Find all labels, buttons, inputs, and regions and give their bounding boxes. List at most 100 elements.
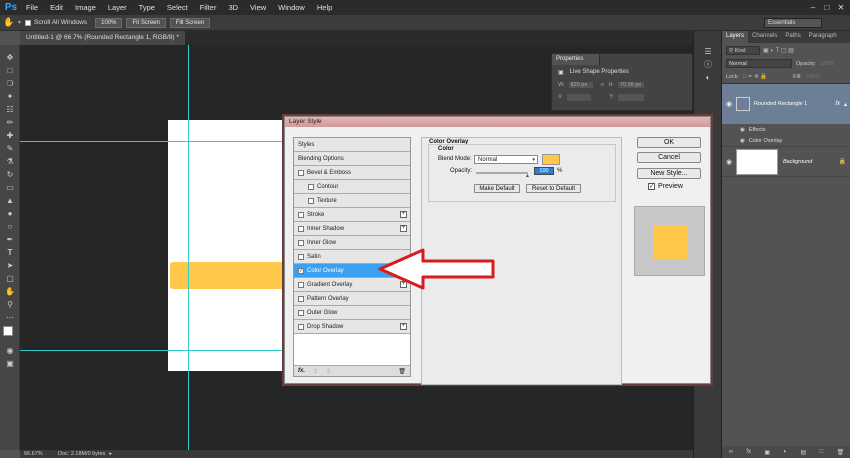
link-icon[interactable]: ∞ bbox=[601, 82, 605, 88]
style-checkbox[interactable] bbox=[298, 309, 304, 316]
style-item-gradient-overlay[interactable]: Gradient Overlay + bbox=[294, 278, 410, 292]
style-checkbox[interactable] bbox=[298, 295, 304, 302]
foreground-color[interactable] bbox=[3, 326, 13, 336]
workspace-select[interactable]: Essentials bbox=[764, 18, 822, 28]
pen-tool-icon[interactable]: ✒ bbox=[0, 233, 20, 246]
eyedropper-icon[interactable]: ✏ bbox=[0, 116, 20, 129]
shape-tool-icon[interactable]: ▢ bbox=[0, 272, 20, 285]
info-panel-icon[interactable]: ⓘ bbox=[694, 58, 722, 71]
style-checkbox[interactable]: ✓ bbox=[298, 267, 304, 274]
fx-menu-button[interactable]: fx. bbox=[298, 368, 305, 374]
background-eye-icon[interactable]: ◉ bbox=[722, 158, 736, 166]
style-checkbox[interactable] bbox=[308, 197, 314, 204]
style-checkbox[interactable] bbox=[298, 281, 304, 288]
style-item-outer-glow[interactable]: Outer Glow bbox=[294, 306, 410, 320]
tab-paths[interactable]: Paths bbox=[781, 31, 804, 43]
add-style-icon[interactable]: fx bbox=[746, 449, 751, 455]
style-item-contour[interactable]: Contour bbox=[294, 180, 410, 194]
trash-icon[interactable]: 🗑 bbox=[837, 449, 845, 456]
link-layers-icon[interactable]: ∞ bbox=[729, 449, 733, 455]
style-checkbox[interactable] bbox=[298, 211, 304, 218]
maximize-icon[interactable]: □ bbox=[820, 0, 834, 15]
history-brush-icon[interactable]: ↻ bbox=[0, 168, 20, 181]
document-tab[interactable]: Untitled-1 @ 66.7% (Rounded Rectangle 1,… bbox=[20, 31, 185, 55]
menu-edit[interactable]: Edit bbox=[44, 0, 69, 15]
style-checkbox[interactable] bbox=[298, 225, 304, 232]
menu-layer[interactable]: Layer bbox=[102, 0, 133, 15]
collapse-icon[interactable]: ▴ bbox=[844, 101, 847, 108]
tab-paragraph[interactable]: Paragraph bbox=[805, 31, 841, 43]
style-item-stroke[interactable]: Stroke + bbox=[294, 208, 410, 222]
magic-wand-icon[interactable]: ✦ bbox=[0, 90, 20, 103]
style-item-satin[interactable]: Satin bbox=[294, 250, 410, 264]
menu-help[interactable]: Help bbox=[311, 0, 338, 15]
cancel-button[interactable]: Cancel bbox=[637, 152, 701, 163]
style-item-texture[interactable]: Texture bbox=[294, 194, 410, 208]
status-arrow-icon[interactable]: ▸ bbox=[105, 451, 112, 457]
menu-file[interactable]: File bbox=[20, 0, 44, 15]
eraser-tool-icon[interactable]: ▭ bbox=[0, 181, 20, 194]
dropdown-arrow-icon[interactable]: ▾ bbox=[18, 19, 21, 26]
preview-checkbox[interactable]: ✓ bbox=[648, 183, 655, 190]
menu-view[interactable]: View bbox=[244, 0, 272, 15]
delete-effect-icon[interactable]: 🗑 bbox=[398, 368, 406, 375]
w-field[interactable]: 820 px bbox=[568, 82, 593, 88]
x-field[interactable] bbox=[567, 93, 592, 101]
add-instance-icon[interactable]: + bbox=[400, 267, 407, 274]
style-item-color-overlay[interactable]: ✓ Color Overlay + bbox=[294, 264, 410, 278]
brush-tool-icon[interactable]: ✎ bbox=[0, 142, 20, 155]
move-up-icon[interactable]: ⇧ bbox=[313, 368, 318, 375]
new-layer-icon[interactable]: □ bbox=[820, 449, 824, 455]
style-checkbox[interactable] bbox=[298, 239, 304, 246]
overlay-color-swatch[interactable] bbox=[542, 154, 560, 165]
zoom-tool-icon[interactable]: ⚲ bbox=[0, 298, 20, 311]
minimize-icon[interactable]: – bbox=[806, 0, 820, 15]
layer-blend-select[interactable]: Normal bbox=[726, 59, 792, 68]
hand-tool-icon[interactable]: ✋ bbox=[0, 285, 20, 298]
menu-window[interactable]: Window bbox=[272, 0, 311, 15]
dodge-tool-icon[interactable]: ○ bbox=[0, 220, 20, 233]
preview-toggle[interactable]: ✓ Preview bbox=[648, 183, 683, 190]
add-mask-icon[interactable]: ▣ bbox=[764, 449, 770, 456]
ok-button[interactable]: OK bbox=[637, 137, 701, 148]
crop-tool-icon[interactable]: ☷ bbox=[0, 103, 20, 116]
scroll-all-checkbox[interactable] bbox=[25, 19, 32, 26]
lock-icons[interactable]: □ ✒ ✥ 🔒 bbox=[743, 74, 767, 80]
fx-badge[interactable]: fx bbox=[835, 101, 840, 107]
menu-3d[interactable]: 3D bbox=[222, 0, 244, 15]
visibility-eye-icon[interactable]: ◉ bbox=[722, 100, 736, 108]
adjustments-panel-icon[interactable]: ◐ bbox=[694, 71, 722, 84]
clone-stamp-icon[interactable]: ⚗ bbox=[0, 155, 20, 168]
style-checkbox[interactable] bbox=[298, 253, 304, 260]
group-icon[interactable]: ▤ bbox=[801, 449, 807, 456]
close-icon[interactable]: ✕ bbox=[834, 0, 848, 15]
tab-layers[interactable]: Layers bbox=[722, 31, 749, 43]
move-down-icon[interactable]: ⇩ bbox=[326, 368, 331, 375]
color-swatches[interactable] bbox=[0, 324, 19, 344]
fit-screen-button[interactable]: Fit Screen bbox=[126, 17, 166, 28]
properties-tab[interactable]: Properties bbox=[552, 54, 600, 65]
add-instance-icon[interactable]: + bbox=[400, 211, 407, 218]
reset-default-button[interactable]: Reset to Default bbox=[526, 184, 581, 193]
paint-bucket-icon[interactable]: ▲ bbox=[0, 194, 20, 207]
effects-eye-icon[interactable]: ◉ bbox=[740, 127, 745, 133]
history-panel-icon[interactable]: ☰ bbox=[694, 45, 722, 58]
layer-row-selected[interactable]: ◉ Rounded Rectangle 1 fx ▴ bbox=[722, 83, 850, 124]
marquee-tool-icon[interactable]: □ bbox=[0, 64, 20, 77]
lasso-tool-icon[interactable]: ❍ bbox=[0, 77, 20, 90]
healing-brush-icon[interactable]: ✚ bbox=[0, 129, 20, 142]
y-field[interactable] bbox=[618, 93, 645, 101]
slider-thumb-icon[interactable]: ▲ bbox=[525, 173, 530, 179]
opacity-value[interactable]: 100% bbox=[820, 61, 834, 67]
adjustment-icon[interactable]: ◐ bbox=[783, 449, 787, 455]
style-checkbox[interactable] bbox=[298, 169, 304, 176]
style-item-inner-glow[interactable]: Inner Glow bbox=[294, 236, 410, 250]
tab-channels[interactable]: Channels bbox=[748, 31, 781, 43]
menu-select[interactable]: Select bbox=[161, 0, 194, 15]
menu-type[interactable]: Type bbox=[133, 0, 161, 15]
style-checkbox[interactable] bbox=[308, 183, 314, 190]
add-instance-icon[interactable]: + bbox=[400, 225, 407, 232]
add-instance-icon[interactable]: + bbox=[400, 281, 407, 288]
path-selection-icon[interactable]: ➤ bbox=[0, 259, 20, 272]
style-item-bevel-emboss[interactable]: Bevel & Emboss bbox=[294, 166, 410, 180]
